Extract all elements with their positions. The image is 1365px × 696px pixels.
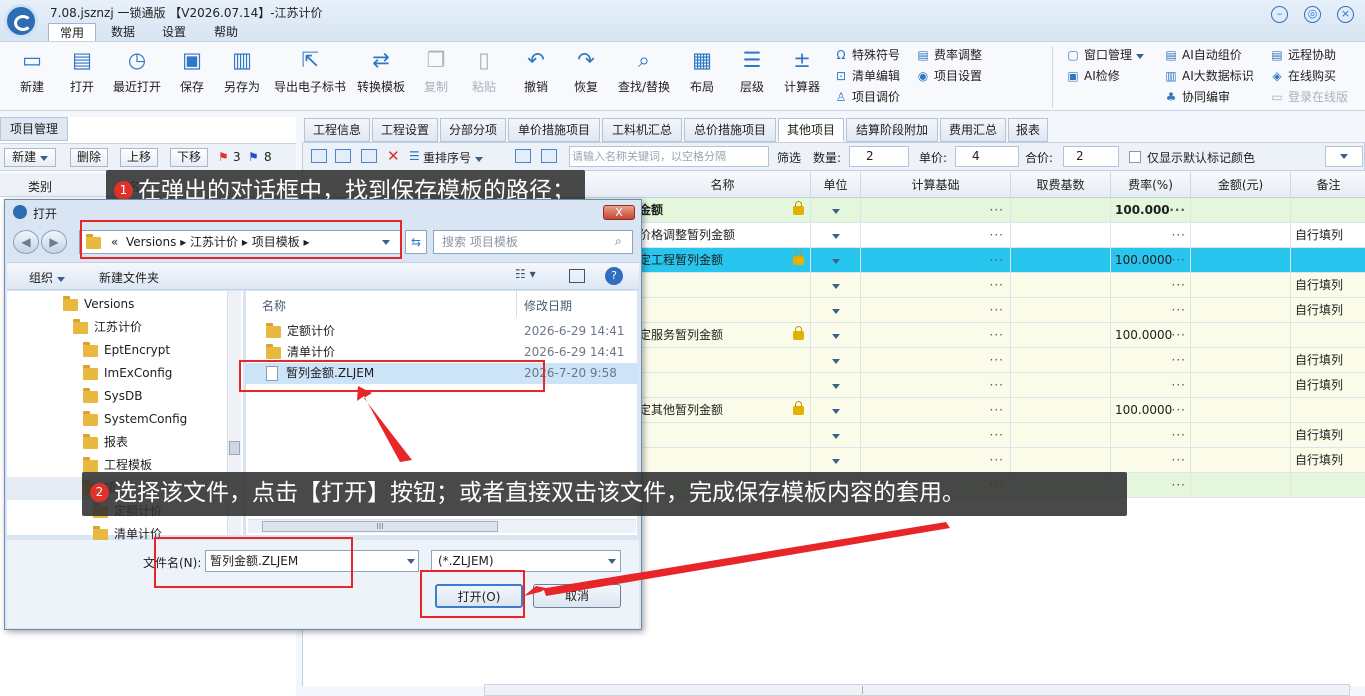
step2-number: 2 — [90, 483, 109, 502]
step2-callout: 2 选择该文件，点击【打开】按钮；或者直接双击该文件，完成保存模板内容的套用。 — [82, 472, 1127, 516]
arrow-to-open-button — [524, 522, 950, 596]
annotation-arrows — [357, 386, 950, 596]
step2-text: 选择该文件，点击【打开】按钮；或者直接双击该文件，完成保存模板内容的套用。 — [114, 480, 965, 506]
arrow-to-file — [357, 386, 412, 462]
